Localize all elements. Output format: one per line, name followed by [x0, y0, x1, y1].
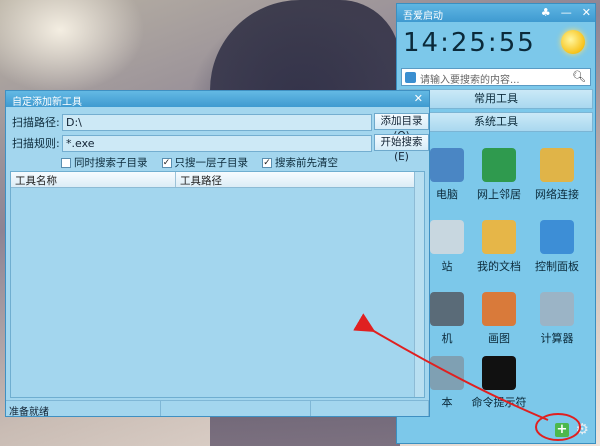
annotation-overlay	[353, 313, 581, 441]
annotation-arrow	[353, 313, 549, 421]
annotation-circle	[535, 413, 581, 441]
